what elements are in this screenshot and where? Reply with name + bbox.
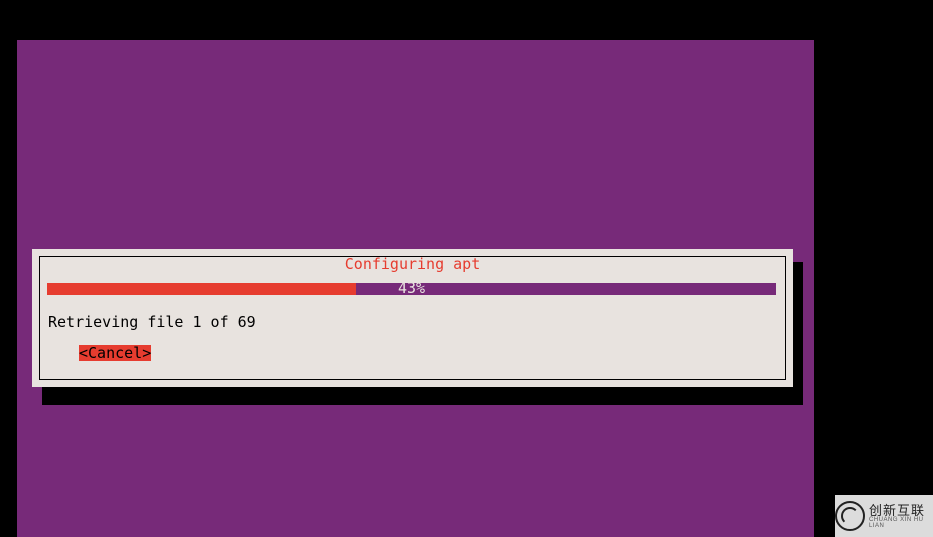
progress-percent-label: 43% [47,281,776,296]
progress-bar: 43% [47,283,776,295]
cancel-button[interactable]: <Cancel> [79,345,151,361]
watermark-text: 创新互联 CHUANG XIN HU LIAN [869,504,933,529]
watermark-logo-icon [835,501,865,531]
status-text: Retrieving file 1 of 69 [48,313,256,331]
watermark-sub-text: CHUANG XIN HU LIAN [869,517,933,529]
dialog-title: Configuring apt [330,257,496,272]
watermark: 创新互联 CHUANG XIN HU LIAN [835,495,933,537]
watermark-main-text: 创新互联 [869,504,933,517]
